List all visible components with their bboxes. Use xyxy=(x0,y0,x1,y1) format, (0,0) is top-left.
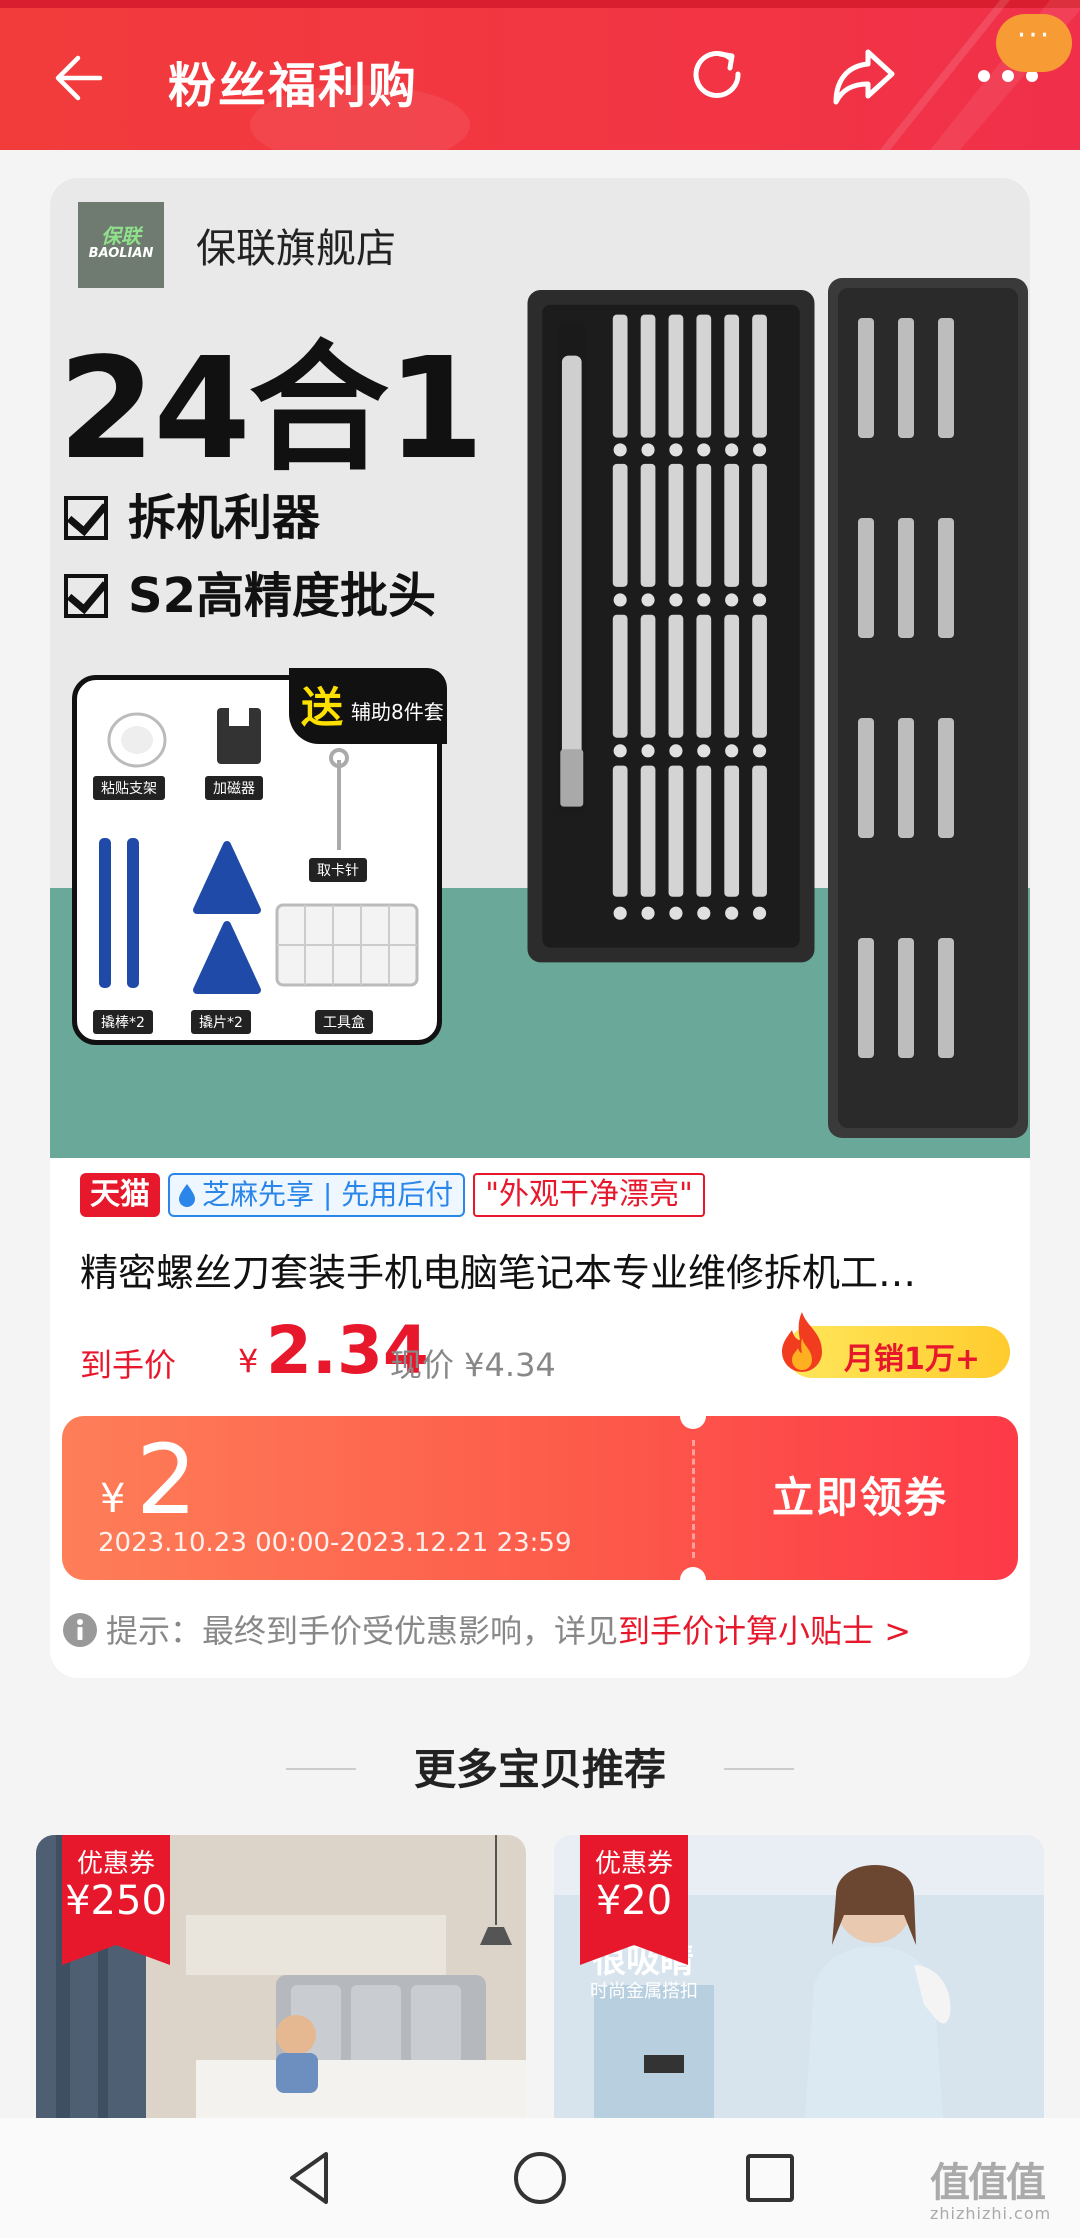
claim-coupon-button[interactable]: 立即领券 xyxy=(702,1416,1018,1580)
info-icon xyxy=(63,1613,97,1647)
share-icon[interactable] xyxy=(830,44,898,108)
store-logo: 保联 BAOLIAN xyxy=(78,202,164,288)
feature-item: 拆机利器 xyxy=(64,478,320,548)
system-navigation-bar xyxy=(0,2118,1080,2238)
recommend-header: 更多宝贝推荐 xyxy=(0,1740,1080,1800)
divider-line xyxy=(724,1768,794,1770)
water-drop-icon xyxy=(179,1184,195,1207)
review-badge: "外观干净漂亮" xyxy=(473,1173,705,1217)
gift-item-label: 加磁器 xyxy=(205,776,263,800)
gift-set-panel: 送 辅助8件套 粘贴支架 加磁器 取卡针 撬棒*2 撬片*2 工具盒 xyxy=(72,668,447,1045)
gift-item-label: 工具盒 xyxy=(315,1010,373,1034)
product-title[interactable]: 精密螺丝刀套装手机电脑笔记本专业维修拆机工… xyxy=(80,1242,1000,1297)
refresh-icon[interactable] xyxy=(686,44,750,108)
site-watermark: 值值值 zhizhizhi.com xyxy=(930,2160,1052,2223)
price-tip: 提示：最终到手价受优惠影响，详见到手价计算小贴士 > xyxy=(62,1606,911,1652)
coupon-tag: 优惠券 ¥250 xyxy=(62,1835,170,1965)
checkbox-icon xyxy=(64,574,108,618)
tmall-badge: 天猫 xyxy=(80,1173,160,1217)
coupon-card[interactable]: ¥ 2 2023.10.23 00:00-2023.12.21 23:59 立即… xyxy=(62,1416,1018,1580)
coupon-validity: 2023.10.23 00:00-2023.12.21 23:59 xyxy=(98,1528,572,1558)
monthly-sales-badge: 月销1万+ xyxy=(782,1312,1010,1378)
nav-recents-icon[interactable] xyxy=(738,2146,802,2210)
coupon-divider xyxy=(692,1440,695,1558)
image-headline: 24合1 xyxy=(58,328,484,491)
recommend-item[interactable]: 很吸睛 时尚金属搭扣 优惠券 ¥20 xyxy=(554,1835,1044,2135)
flame-icon xyxy=(782,1312,822,1372)
gift-item-label: 撬片*2 xyxy=(191,1010,251,1034)
coupon-amount: 2 xyxy=(136,1424,198,1536)
nav-home-icon[interactable] xyxy=(508,2146,572,2210)
page-title: 粉丝福利购 xyxy=(168,58,419,114)
floating-menu-badge[interactable]: ··· xyxy=(996,14,1072,72)
final-price-label: 到手价 xyxy=(80,1346,177,1384)
gift-item-label: 取卡针 xyxy=(309,858,367,882)
product-image[interactable]: 保联 BAOLIAN 保联旗舰店 24合1 拆机利器 S2高精度批头 送 辅助8… xyxy=(50,178,1030,1158)
recommend-item[interactable]: 优惠券 ¥250 xyxy=(36,1835,526,2135)
divider-line xyxy=(286,1768,356,1770)
nav-back-icon[interactable] xyxy=(278,2146,342,2210)
case-lid-illustration xyxy=(828,278,1028,1138)
checkbox-icon xyxy=(64,496,108,540)
screwdriver-case-illustration xyxy=(527,290,815,963)
product-badges: 天猫 芝麻先享 | 先用后付 "外观干净漂亮" xyxy=(80,1173,705,1219)
coupon-tag: 优惠券 ¥20 xyxy=(580,1835,688,1965)
gift-item-label: 撬棒*2 xyxy=(93,1010,153,1034)
recommend-title: 更多宝贝推荐 xyxy=(413,1745,666,1794)
header-decoration xyxy=(250,0,1080,150)
zhima-badge: 芝麻先享 | 先用后付 xyxy=(168,1173,466,1217)
product-card: 保联 BAOLIAN 保联旗舰店 24合1 拆机利器 S2高精度批头 送 辅助8… xyxy=(50,178,1030,1678)
image-subcaption: 时尚金属搭扣 xyxy=(590,1981,698,2002)
back-arrow-icon[interactable] xyxy=(52,52,104,104)
price-currency: ¥ xyxy=(238,1342,259,1380)
top-app-bar: 粉丝福利购 ··· xyxy=(0,0,1080,150)
gift-item-label: 粘贴支架 xyxy=(93,776,165,800)
price-row: 到手价 ¥ 2.34 现价 ¥4.34 月销1万+ xyxy=(80,1312,1010,1389)
store-name: 保联旗舰店 xyxy=(196,226,396,272)
coupon-currency: ¥ xyxy=(100,1476,126,1522)
current-price: 现价 ¥4.34 xyxy=(390,1346,556,1384)
gift-items-illustration xyxy=(99,708,419,994)
price-tip-link[interactable]: 到手价计算小贴士 > xyxy=(618,1612,911,1650)
feature-item: S2高精度批头 xyxy=(64,556,436,626)
